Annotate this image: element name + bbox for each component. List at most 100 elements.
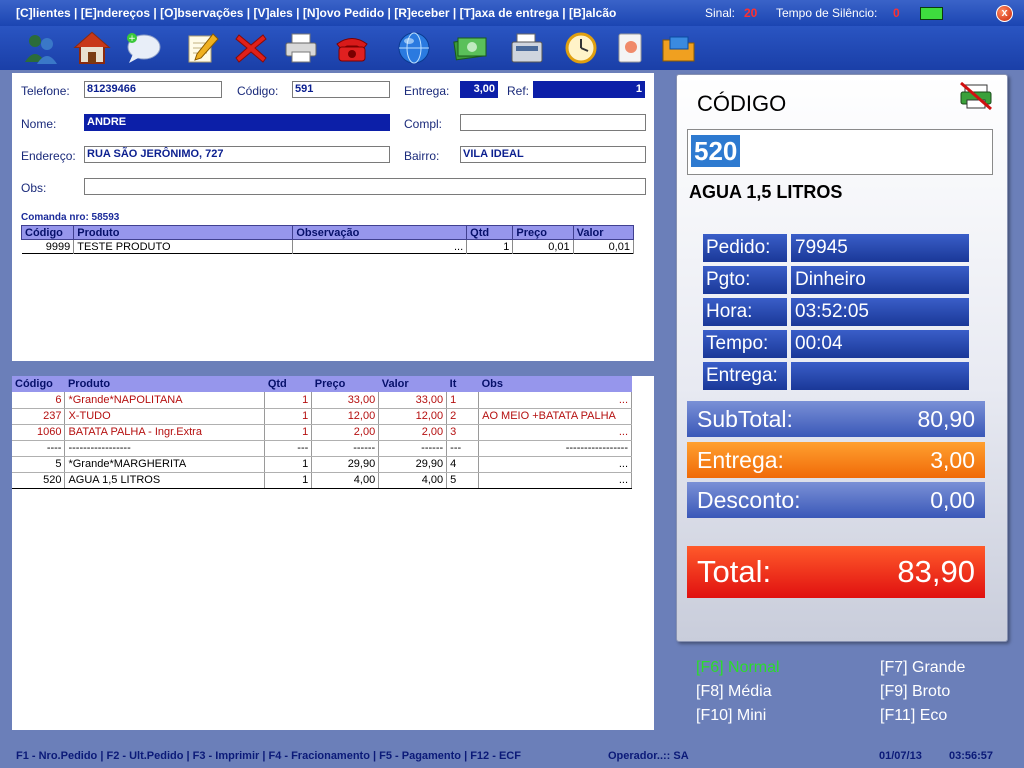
cash-register-icon[interactable] — [508, 30, 546, 66]
cell-preco: 0,01 — [512, 239, 574, 254]
cell-valor: 4,00 — [378, 472, 448, 489]
cell-obs: ... — [478, 424, 632, 441]
compl-field[interactable] — [460, 114, 646, 131]
nome-label: Nome: — [21, 117, 57, 131]
clock-icon[interactable] — [562, 30, 600, 66]
subtotal-value: 80,90 — [917, 406, 975, 432]
ref-field[interactable]: 1 — [533, 81, 645, 98]
cell-qtd: 1 — [466, 239, 514, 254]
notepad-pencil-icon[interactable] — [183, 30, 221, 66]
codigo-title: CÓDIGO — [697, 91, 787, 116]
column-header-preco[interactable]: Preço — [311, 376, 379, 392]
title-bar: [C]lientes | [E]ndereços | [O]bservações… — [0, 0, 1024, 26]
cell-valor: 29,90 — [378, 456, 448, 473]
bairro-field[interactable]: VILA IDEAL — [460, 146, 646, 163]
cell-produto: TESTE PRODUTO — [73, 239, 294, 254]
column-header-produto[interactable]: Produto — [73, 225, 294, 240]
codigo-input[interactable]: 520 — [687, 129, 993, 175]
column-header-it[interactable]: It — [446, 376, 479, 392]
order-items-panel: Código Produto Qtd Preço Valor It Obs 6 … — [12, 376, 654, 730]
cell-preco: 33,00 — [311, 392, 380, 409]
column-header-observacao[interactable]: Observação — [292, 225, 468, 240]
cell-produto: *Grande*MARGHERITA — [64, 456, 266, 473]
cell-qtd: 1 — [264, 424, 313, 441]
size-option-eco[interactable]: [F11] Eco — [880, 707, 947, 725]
table-row[interactable]: 237 X-TUDO 1 12,00 12,00 2 AO MEIO +BATA… — [12, 408, 632, 425]
table-row[interactable]: 1060 BATATA PALHA - Ingr.Extra 1 2,00 2,… — [12, 424, 632, 441]
nome-field[interactable]: ANDRE — [84, 114, 390, 131]
cell-it: --- — [446, 440, 480, 457]
table-row[interactable]: 9999 TESTE PRODUTO ... 1 0,01 0,01 — [21, 239, 635, 254]
client-panel: Telefone: 81239466 Código: 591 Entrega: … — [12, 73, 654, 361]
cell-preco: 29,90 — [311, 456, 380, 473]
printer-icon[interactable] — [282, 30, 320, 66]
order-items-table[interactable]: Código Produto Qtd Preço Valor It Obs 6 … — [12, 376, 632, 489]
close-button[interactable]: x — [996, 5, 1013, 22]
cell-produto: BATATA PALHA - Ingr.Extra — [64, 424, 266, 441]
column-header-valor[interactable]: Valor — [378, 376, 447, 392]
printer-disabled-icon[interactable] — [959, 81, 993, 111]
compl-label: Compl: — [404, 117, 443, 131]
cash-icon[interactable] — [451, 30, 489, 66]
size-option-media[interactable]: [F8] Média — [696, 683, 772, 701]
hora-value: 03:52:05 — [791, 298, 969, 326]
cell-valor: 33,00 — [378, 392, 448, 409]
status-bar: F1 - Nro.Pedido | F2 - Ult.Pedido | F3 -… — [0, 742, 1024, 768]
size-option-broto[interactable]: [F9] Broto — [880, 683, 950, 701]
status-date: 01/07/13 — [879, 750, 922, 762]
telephone-icon[interactable] — [333, 30, 371, 66]
column-header-preco[interactable]: Preço — [512, 225, 574, 240]
table-row[interactable]: 6 *Grande*NAPOLITANA 1 33,00 33,00 1 ... — [12, 392, 632, 409]
obs-field[interactable] — [84, 178, 646, 195]
signal-label: Sinal: — [705, 6, 736, 20]
column-header-codigo[interactable]: Código — [12, 376, 65, 392]
column-header-obs[interactable]: Obs — [478, 376, 632, 392]
hora-label: Hora: — [703, 298, 787, 326]
table-row[interactable]: 520 AGUA 1,5 LITROS 1 4,00 4,00 5 ... — [12, 472, 632, 489]
obs-label: Obs: — [21, 181, 47, 195]
column-header-qtd[interactable]: Qtd — [264, 376, 312, 392]
tempo-value: 00:04 — [791, 330, 969, 358]
cell-qtd: 1 — [264, 408, 313, 425]
entrega-label: Entrega: — [404, 84, 450, 98]
entrega-field[interactable]: 3,00 — [460, 81, 498, 98]
cell-produto: AGUA 1,5 LITROS — [64, 472, 266, 489]
endereco-field[interactable]: RUA SÃO JERÔNIMO, 727 — [84, 146, 390, 163]
cell-qtd: 1 — [264, 392, 313, 409]
house-icon[interactable] — [73, 30, 111, 66]
size-option-mini[interactable]: [F10] Mini — [696, 707, 766, 725]
telefone-field[interactable]: 81239466 — [84, 81, 222, 98]
users-icon[interactable] — [22, 30, 60, 66]
cell-codigo: 5 — [12, 456, 66, 473]
operator-label: Operador..:: SA — [608, 750, 689, 762]
shortcut-menu[interactable]: [C]lientes | [E]ndereços | [O]bservações… — [16, 6, 616, 20]
order-summary-panel: CÓDIGO 520 AGUA 1,5 LITROS Pedido: 79945… — [676, 74, 1008, 642]
size-option-normal[interactable]: [F6] Normal — [696, 659, 780, 677]
column-header-produto[interactable]: Produto — [64, 376, 265, 392]
pgto-value: Dinheiro — [791, 266, 969, 294]
subtotal-row: SubTotal: 80,90 — [687, 401, 985, 437]
svg-text:+: + — [128, 34, 136, 44]
table-row[interactable]: 5 *Grande*MARGHERITA 1 29,90 29,90 4 ... — [12, 456, 632, 473]
telefone-label: Telefone: — [21, 84, 70, 98]
column-header-valor[interactable]: Valor — [572, 225, 635, 240]
globe-icon[interactable] — [395, 30, 433, 66]
signal-value: 20 — [744, 6, 758, 20]
cell-preco: ------ — [311, 440, 380, 457]
comanda-table[interactable]: Código Produto Observação Qtd Preço Valo… — [20, 225, 635, 254]
chat-bubble-icon[interactable]: + — [124, 30, 162, 66]
delete-x-icon[interactable] — [232, 30, 270, 66]
entrega-total-value: 3,00 — [930, 447, 975, 473]
folder-icon[interactable] — [660, 30, 698, 66]
function-key-shortcuts: F1 - Nro.Pedido | F2 - Ult.Pedido | F3 -… — [16, 750, 521, 762]
size-option-grande[interactable]: [F7] Grande — [880, 659, 965, 677]
cell-codigo: 6 — [12, 392, 66, 409]
cell-it: 2 — [446, 408, 480, 425]
subtotal-label: SubTotal: — [697, 406, 793, 432]
document-icon[interactable] — [611, 30, 649, 66]
column-header-codigo[interactable]: Código — [20, 225, 75, 240]
column-header-qtd[interactable]: Qtd — [466, 225, 514, 240]
cell-it: 5 — [446, 472, 480, 489]
codigo-field[interactable]: 591 — [292, 81, 390, 98]
desconto-label: Desconto: — [697, 487, 801, 513]
